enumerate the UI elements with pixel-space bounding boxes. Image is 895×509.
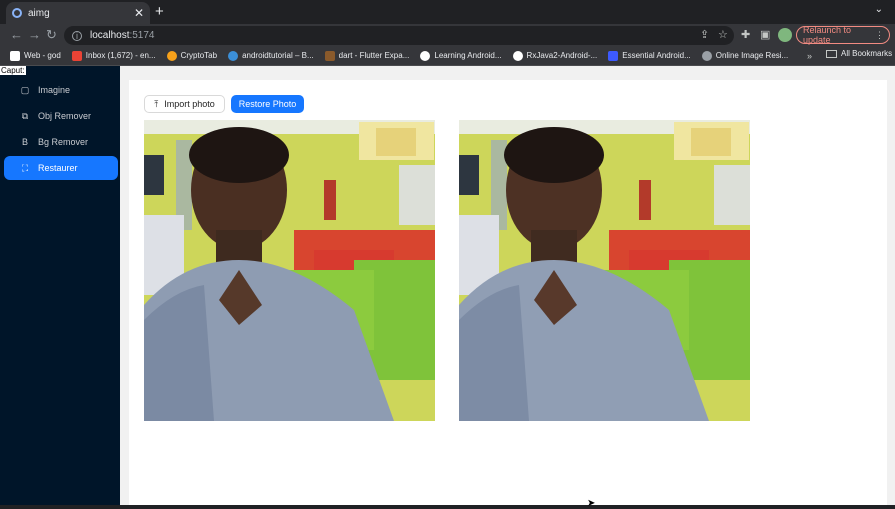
app-brand: Caput: — [0, 66, 26, 75]
bookmark-item[interactable]: androidtutorial – B... — [228, 50, 314, 61]
photo-illustration — [459, 120, 750, 421]
browser-tab[interactable]: aimg ✕ — [6, 2, 150, 24]
bookmark-label: dart - Flutter Expa... — [338, 51, 410, 60]
reload-icon[interactable]: ↻ — [46, 27, 57, 43]
cryptotab-icon — [166, 50, 177, 61]
relaunch-label: Relaunch to update — [803, 25, 852, 45]
bookmark-item[interactable]: RxJava2-Android-... — [512, 50, 598, 61]
all-bookmarks-label: All Bookmarks — [841, 49, 893, 58]
sidebar-item-label: Imagine — [38, 85, 71, 95]
sidebar-item-label: Restaurer — [38, 163, 78, 173]
extensions-icon[interactable]: ✚ — [741, 28, 750, 41]
mouse-cursor-icon: ➤ — [587, 498, 596, 509]
all-bookmarks-button[interactable]: All Bookmarks — [826, 49, 892, 58]
bookmarks-overflow-button[interactable]: » — [807, 51, 812, 61]
bookmark-item[interactable]: CryptoTab — [166, 50, 218, 61]
sidebar-item-label: Obj Remover — [38, 111, 92, 121]
address-bar[interactable]: i localhost:5174 — [64, 26, 734, 45]
site-info-icon[interactable]: i — [72, 30, 82, 41]
folder-icon — [826, 49, 837, 58]
relaunch-button[interactable]: Relaunch to update ⋮ — [796, 25, 890, 45]
photo-illustration — [144, 120, 435, 421]
globe-icon — [701, 50, 712, 61]
sidebar-item-label: Bg Remover — [38, 137, 89, 147]
bookmark-label: Inbox (1,672) - en... — [85, 51, 156, 60]
tab-search-icon[interactable]: ⌄ — [875, 4, 883, 15]
restore-photo-button[interactable]: Restore Photo — [231, 95, 304, 113]
bookmark-item[interactable]: Online Image Resi... — [701, 50, 789, 61]
back-icon[interactable]: ← — [10, 27, 23, 43]
upload-icon: ⤒ — [154, 98, 159, 109]
sidebar: Caput: ▢ Imagine ⧉ Obj Remover B Bg Remo… — [0, 66, 120, 505]
gmail-icon — [71, 50, 82, 61]
bookmark-label: Web - god — [24, 51, 61, 60]
forward-icon[interactable]: → — [28, 27, 41, 43]
page-viewport: Caput: ▢ Imagine ⧉ Obj Remover B Bg Remo… — [0, 66, 895, 505]
bookmark-label: androidtutorial – B... — [242, 51, 314, 60]
wordpress-icon — [228, 50, 239, 61]
url-port: :5174 — [129, 30, 155, 41]
url-host: localhost — [90, 30, 130, 41]
bookmark-item[interactable]: Web - god — [10, 50, 61, 61]
original-photo — [144, 120, 435, 421]
close-tab-icon[interactable]: ✕ — [134, 6, 144, 20]
packt-icon — [608, 50, 619, 61]
side-panel-icon[interactable]: ▣ — [760, 28, 770, 41]
main-content: ⤒ Import photo Restore Photo — [129, 80, 887, 505]
bookmark-label: RxJava2-Android-... — [526, 51, 598, 60]
share-icon[interactable]: ⇪ — [700, 28, 709, 41]
bookmark-item[interactable]: Essential Android... — [608, 50, 691, 61]
bookmark-item[interactable]: Inbox (1,672) - en... — [71, 50, 156, 61]
bookmark-item[interactable]: Learning Android... — [420, 50, 502, 61]
object-icon: ⧉ — [21, 110, 29, 121]
bookmark-star-icon[interactable]: ☆ — [718, 28, 728, 41]
more-menu-icon[interactable]: ⋮ — [875, 30, 884, 41]
bookmark-label: CryptoTab — [180, 51, 218, 60]
bookmarks-bar: Web - god Inbox (1,672) - en... CryptoTa… — [0, 46, 895, 66]
sidebar-item-obj-remover[interactable]: ⧉ Obj Remover — [4, 104, 118, 128]
image-icon: ▢ — [20, 84, 30, 95]
restore-icon: ⛶ — [21, 162, 29, 173]
restored-photo — [459, 120, 750, 421]
browser-toolbar: ← → ↻ i localhost:5174 ⇪ ☆ ✚ ▣ Relaunch … — [0, 24, 895, 46]
bookmark-item[interactable]: dart - Flutter Expa... — [324, 50, 410, 61]
import-photo-button[interactable]: ⤒ Import photo — [144, 95, 225, 113]
bookmark-label: Learning Android... — [434, 51, 502, 60]
bookmark-label: Essential Android... — [622, 51, 691, 60]
sidebar-item-imagine[interactable]: ▢ Imagine — [4, 78, 118, 102]
bg-remover-icon: B — [21, 137, 28, 147]
sidebar-item-bg-remover[interactable]: B Bg Remover — [4, 130, 118, 154]
favicon-icon — [12, 8, 22, 18]
tab-title: aimg — [28, 7, 50, 19]
medium-icon — [420, 50, 431, 61]
profile-avatar[interactable] — [778, 28, 792, 42]
stackoverflow-icon — [324, 50, 335, 61]
sidebar-item-restaurer[interactable]: ⛶ Restaurer — [4, 156, 118, 180]
bookmark-label: Online Image Resi... — [715, 51, 789, 60]
github-icon — [512, 50, 523, 61]
import-photo-label: Import photo — [164, 99, 215, 109]
tab-strip: aimg ✕ + ⌄ — [0, 0, 895, 24]
bookmark-icon — [10, 50, 20, 61]
new-tab-button[interactable]: + — [155, 3, 164, 20]
